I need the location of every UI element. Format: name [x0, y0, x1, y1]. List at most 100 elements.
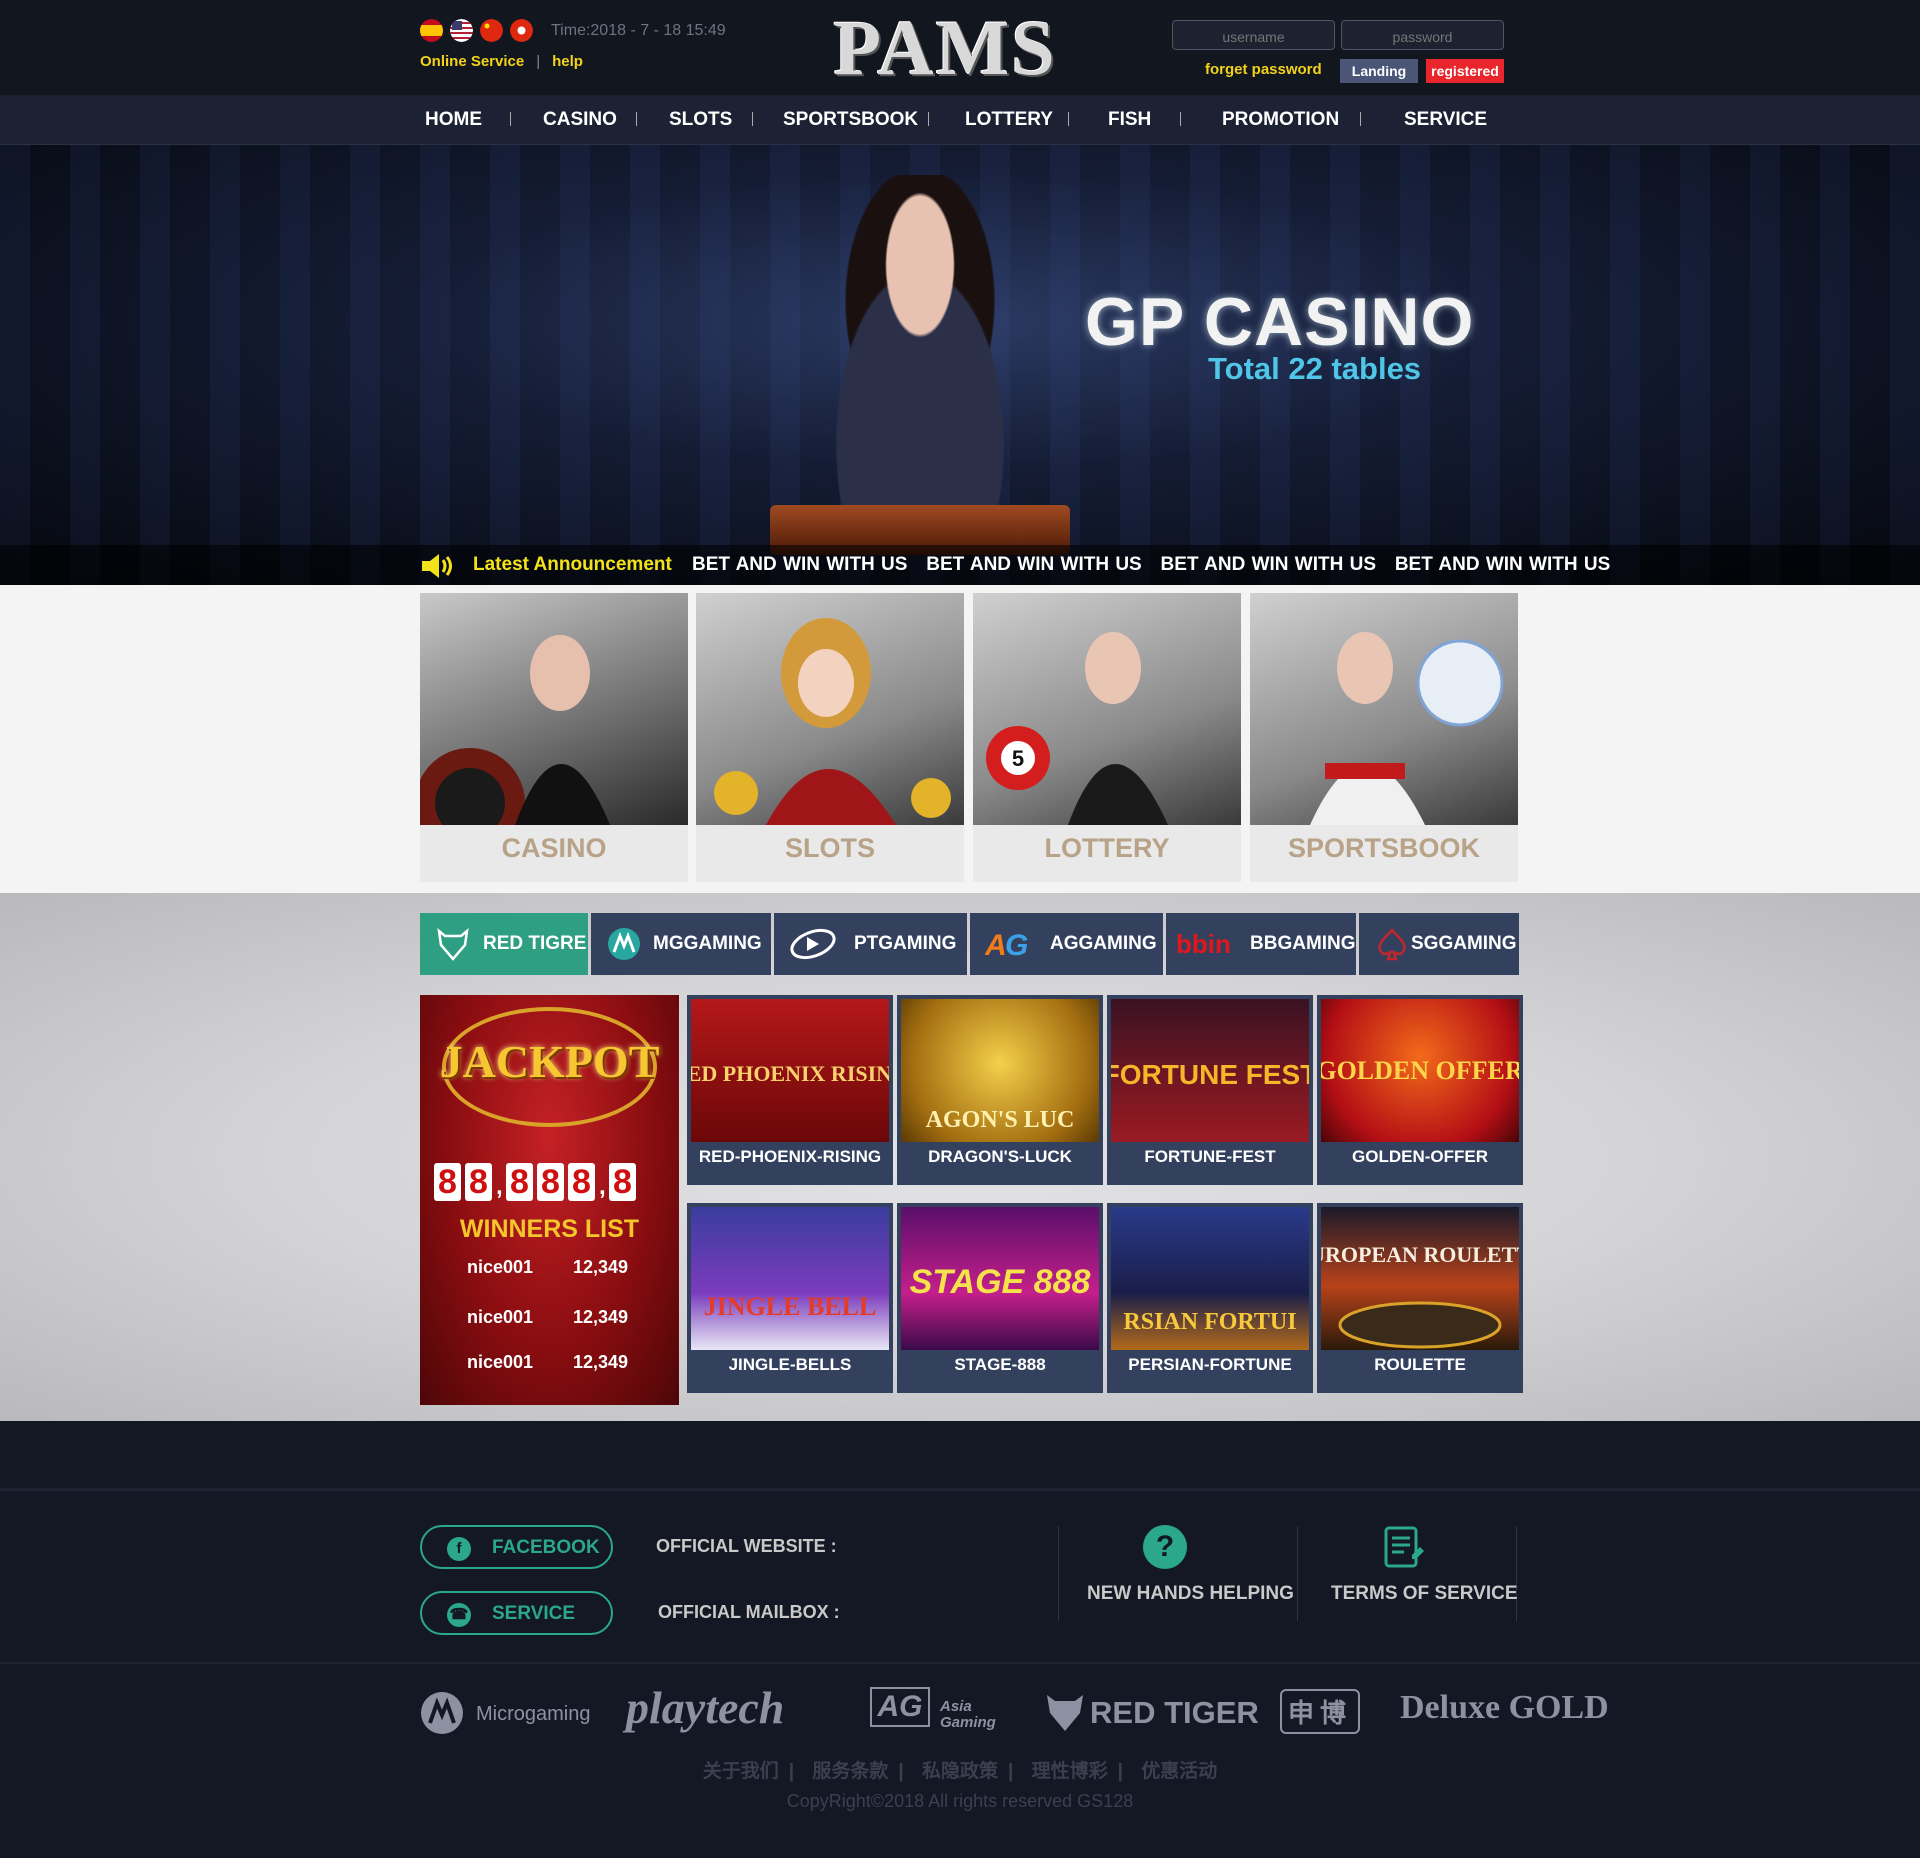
- landing-button[interactable]: Landing: [1340, 59, 1418, 83]
- game-label: FORTUNE-FEST: [1144, 1147, 1276, 1166]
- tab-sggaming[interactable]: SGGAMING: [1359, 913, 1519, 975]
- nav-divider: [752, 112, 753, 126]
- terms-of-service-link[interactable]: TERMS OF SERVICE: [1331, 1583, 1518, 1605]
- terms-document-icon[interactable]: [1382, 1525, 1426, 1569]
- category-card-slots[interactable]: SLOTS: [696, 593, 964, 882]
- jackpot-counter: 8 8 , 8 8 8 , 8: [434, 1163, 636, 1211]
- game-thumbnail: STAGE 888: [901, 1207, 1099, 1350]
- footer-link-terms[interactable]: 服务条款: [812, 1761, 888, 1782]
- category-card-casino[interactable]: CASINO: [415, 593, 688, 882]
- nav-casino[interactable]: CASINO: [543, 95, 617, 145]
- hongkong-flag-icon[interactable]: [510, 19, 533, 42]
- service-label: SERVICE: [492, 1603, 576, 1624]
- winner-amount: 12,349: [573, 1257, 629, 1277]
- game-art-text: AGON'S LUC: [926, 1107, 1075, 1133]
- red-tiger-logo-icon: [1047, 1695, 1083, 1731]
- tab-label: AGGAMING: [1050, 933, 1157, 954]
- brand-microgaming: Microgaming: [476, 1703, 591, 1725]
- category-label: LOTTERY: [1044, 833, 1170, 863]
- tab-ptgaming[interactable]: PTGAMING: [774, 913, 967, 975]
- game-tile-fortune-fest[interactable]: FORTUNE FEST FORTUNE-FEST: [1103, 995, 1317, 1185]
- game-tile-roulette[interactable]: EUROPEAN ROULETTE ROULETTE: [1294, 1203, 1546, 1393]
- tab-label: RED TIGRE: [483, 933, 587, 954]
- category-label: SPORTSBOOK: [1287, 833, 1481, 863]
- online-service-link[interactable]: Online Service: [420, 53, 524, 70]
- divider: |: [536, 53, 541, 70]
- game-tile-red-phoenix-rising[interactable]: RED PHOENIX RISING RED-PHOENIX-RISING: [671, 995, 909, 1185]
- jackpot-digit: 8: [609, 1163, 636, 1201]
- tab-red-tigre[interactable]: RED TIGRE: [420, 913, 588, 975]
- game-art-text: RSIAN FORTUI: [1123, 1309, 1296, 1335]
- nav-service[interactable]: SERVICE: [1404, 95, 1487, 145]
- password-input[interactable]: [1341, 20, 1504, 50]
- service-button[interactable]: ☎ SERVICE: [420, 1591, 613, 1635]
- forget-password-link[interactable]: forget password: [1205, 61, 1322, 78]
- nav-promotion[interactable]: PROMOTION: [1222, 95, 1339, 145]
- usa-flag-icon[interactable]: [450, 19, 473, 42]
- winner-name: nice001: [467, 1307, 534, 1327]
- games-section: RED TIGRE MGGAMING PTGAMING AG AGGAMING …: [0, 893, 1920, 1421]
- new-hands-helping-link[interactable]: NEW HANDS HELPING: [1087, 1583, 1294, 1605]
- banner-dealer-image: [790, 175, 1050, 535]
- announcement-bar: Latest Announcement BET AND WIN WITH US …: [0, 545, 1920, 585]
- game-tile-jingle-bells[interactable]: JINGLE BELL JINGLE-BELLS: [687, 1203, 893, 1393]
- category-label: CASINO: [501, 833, 607, 863]
- tab-label: PTGAMING: [854, 933, 957, 954]
- jackpot-digit: 8: [434, 1163, 461, 1201]
- footer-link-privacy[interactable]: 私隐政策: [922, 1761, 998, 1782]
- page-footer: f FACEBOOK ☎ SERVICE OFFICIAL WEBSITE : …: [0, 1421, 1920, 1858]
- svg-text:A: A: [985, 929, 1007, 961]
- tiger-icon: [437, 927, 469, 961]
- username-input[interactable]: [1172, 20, 1335, 50]
- game-label: DRAGON'S-LUCK: [928, 1147, 1072, 1166]
- question-icon[interactable]: ?: [1143, 1525, 1187, 1569]
- jackpot-digit: 8: [568, 1163, 595, 1201]
- jackpot-panel: JACKPOT 8 8 , 8 8 8 , 8 WINNERS LIST nic…: [420, 995, 679, 1405]
- game-tile-golden-offer[interactable]: GOLDEN OFFER GOLDEN-OFFER: [1316, 995, 1524, 1185]
- nav-fish[interactable]: FISH: [1108, 95, 1151, 145]
- microgaming-icon: [608, 928, 640, 960]
- facebook-button[interactable]: f FACEBOOK: [420, 1525, 613, 1569]
- nav-home[interactable]: HOME: [425, 95, 482, 145]
- winner-row: nice001 12,349: [467, 1257, 628, 1278]
- footer-link-about[interactable]: 关于我们: [703, 1761, 779, 1782]
- sg-spade-icon: [1378, 928, 1406, 961]
- footer-link-promotions[interactable]: 优惠活动: [1141, 1761, 1217, 1782]
- game-thumbnail: EUROPEAN ROULETTE: [1294, 1207, 1546, 1350]
- jackpot-title: JACKPOT: [439, 1036, 660, 1087]
- announcement-marquee[interactable]: BET AND WIN WITH US BET AND WIN WITH US …: [692, 554, 1610, 576]
- slots-card-image: [696, 593, 964, 825]
- official-website-label: OFFICIAL WEBSITE :: [656, 1536, 837, 1556]
- tab-bbgaming[interactable]: bbin BBGAMING: [1166, 913, 1356, 975]
- footer-link-responsible[interactable]: 理性博彩: [1032, 1761, 1108, 1782]
- spain-flag-icon[interactable]: [420, 19, 443, 42]
- china-flag-icon[interactable]: [480, 19, 503, 42]
- register-button[interactable]: registered: [1426, 59, 1504, 83]
- tab-mggaming[interactable]: MGGAMING: [591, 913, 771, 975]
- help-link[interactable]: help: [552, 53, 583, 70]
- tab-aggaming[interactable]: AG AGGAMING: [970, 913, 1163, 975]
- hero-banner[interactable]: GP CASINO Total 22 tables Latest Announc…: [0, 145, 1920, 585]
- game-thumbnail: FORTUNE FEST: [1103, 999, 1317, 1142]
- nav-slots[interactable]: SLOTS: [669, 95, 732, 145]
- game-tile-dragons-luck[interactable]: AGON'S LUC DRAGON'S-LUCK: [897, 995, 1103, 1185]
- announcement-label: Latest Announcement: [473, 554, 672, 575]
- asia-gaming-icon: AG: [985, 929, 1028, 961]
- winner-row: nice001 12,349: [467, 1352, 628, 1373]
- footer-vertical-divider: [1058, 1526, 1059, 1621]
- site-logo[interactable]: PAMS: [820, 8, 1070, 88]
- nav-lottery[interactable]: LOTTERY: [965, 95, 1053, 145]
- support-24h-icon: ☎: [447, 1603, 471, 1627]
- sportsbook-card-image: [1250, 593, 1518, 825]
- game-tile-stage-888[interactable]: STAGE 888 STAGE-888: [897, 1203, 1103, 1393]
- category-card-lottery[interactable]: 5 LOTTERY: [973, 593, 1241, 882]
- microgaming-logo-icon: [421, 1692, 463, 1734]
- game-tile-persian-fortune[interactable]: RSIAN FORTUI PERSIAN-FORTUNE: [1107, 1203, 1313, 1393]
- winner-name: nice001: [467, 1257, 534, 1277]
- category-card-sportsbook[interactable]: SPORTSBOOK: [1250, 593, 1518, 882]
- banner-title: GP CASINO: [1085, 284, 1475, 360]
- game-label: RED-PHOENIX-RISING: [698, 1147, 882, 1166]
- nav-sportsbook[interactable]: SPORTSBOOK: [783, 95, 918, 145]
- tab-label: BBGAMING: [1250, 933, 1356, 954]
- nav-divider: [510, 112, 511, 126]
